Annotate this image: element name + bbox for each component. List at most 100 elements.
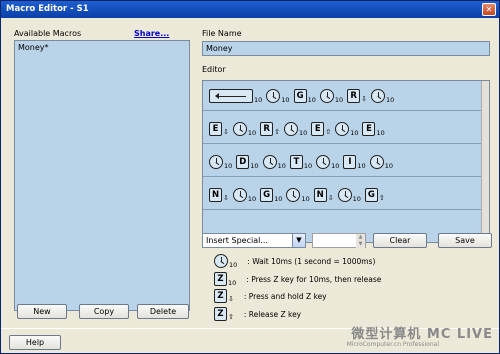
macro-token[interactable]: 10 bbox=[266, 88, 290, 104]
clock-icon bbox=[284, 121, 299, 136]
macro-token[interactable]: N ⇩ bbox=[313, 187, 334, 202]
macro-token[interactable]: E 10 bbox=[362, 121, 385, 137]
macro-token[interactable]: T 10 bbox=[289, 154, 313, 170]
key-cap: G bbox=[260, 187, 274, 202]
macro-token[interactable]: E ⇩ bbox=[209, 121, 229, 136]
macro-token[interactable]: G 10 bbox=[260, 187, 282, 203]
duration-value: 10 bbox=[274, 194, 283, 203]
macro-token[interactable]: 10 bbox=[209, 88, 262, 104]
dialog-content: Available Macros Share... Money* New Cop… bbox=[6, 21, 494, 327]
clock-icon bbox=[369, 154, 384, 169]
macro-token[interactable]: D 10 bbox=[236, 154, 259, 170]
duration-value: 10 bbox=[357, 161, 366, 170]
arrow-down-icon: ⇩ bbox=[223, 127, 229, 136]
delay-value: 10 bbox=[247, 128, 257, 137]
stepper-up-icon[interactable]: ▲ bbox=[356, 234, 365, 241]
delay-value: 10 bbox=[350, 128, 359, 137]
clear-button[interactable]: Clear bbox=[373, 233, 427, 248]
editor-row: 10 10 G 10 10 R ⇩ 10 bbox=[203, 81, 489, 111]
delay-value: 10 bbox=[281, 95, 290, 104]
macro-token[interactable]: 10 bbox=[262, 154, 286, 170]
macro-token[interactable]: 10 bbox=[232, 187, 257, 203]
copy-button[interactable]: Copy bbox=[79, 304, 129, 319]
new-button[interactable]: New bbox=[17, 304, 67, 319]
macro-token[interactable]: N ⇩ bbox=[209, 187, 229, 202]
macro-token[interactable]: Z 10 bbox=[214, 271, 236, 287]
macro-token[interactable]: Z ⇧ bbox=[214, 307, 234, 321]
title-bar: Macro Editor - S1 ✕ bbox=[1, 1, 499, 18]
macro-token[interactable]: R ⇩ bbox=[347, 88, 367, 103]
editor-scrollbar[interactable] bbox=[481, 81, 489, 242]
save-button[interactable]: Save bbox=[438, 233, 492, 248]
macro-token[interactable]: 10 bbox=[371, 88, 394, 104]
duration-value: 10 bbox=[307, 95, 316, 104]
macro-token[interactable]: E ⇧ bbox=[311, 121, 332, 136]
macro-editor[interactable]: 10 10 G 10 10 R ⇩ 10 E ⇩ 10 R ⇧ 10 E ⇧ 10 E 10 10 D 10 10 T 10 10… bbox=[202, 80, 490, 243]
key-cap: G bbox=[293, 88, 307, 103]
macro-token[interactable]: I 10 bbox=[343, 154, 366, 170]
clock-icon bbox=[232, 187, 247, 202]
list-item[interactable]: Money* bbox=[15, 41, 189, 54]
macro-token[interactable]: 10 bbox=[286, 187, 310, 203]
help-button[interactable]: Help bbox=[9, 335, 61, 350]
macro-token[interactable]: 10 bbox=[335, 121, 358, 137]
duration-value: 10 bbox=[228, 279, 237, 287]
legend-item: 10: Wait 10ms (1 second = 1000ms) bbox=[214, 253, 375, 269]
arrow-up-icon: ⇧ bbox=[325, 127, 332, 136]
clock-icon bbox=[319, 88, 334, 103]
clock-icon bbox=[371, 88, 385, 103]
duration-value: 10 bbox=[250, 161, 259, 170]
macro-token[interactable]: 10 bbox=[337, 187, 361, 203]
arrow-up-icon: ⇧ bbox=[228, 313, 234, 321]
file-name-field[interactable]: Money bbox=[202, 41, 490, 56]
delay-value: 10 bbox=[299, 128, 308, 137]
arrow-up-icon: ⇧ bbox=[378, 193, 385, 202]
key-cap: R bbox=[347, 88, 361, 103]
delay-value: 10 bbox=[277, 161, 286, 170]
delay-value: 10 bbox=[247, 194, 257, 203]
key-cap: Z bbox=[214, 289, 227, 303]
key-cap: T bbox=[289, 154, 303, 169]
macro-token[interactable]: 10 bbox=[319, 88, 344, 104]
legend-item: Z ⇧: Release Z key bbox=[214, 307, 301, 321]
clock-icon bbox=[335, 121, 350, 136]
chevron-down-icon[interactable]: ▼ bbox=[292, 234, 305, 247]
clock-icon bbox=[266, 88, 281, 103]
insert-special-select[interactable]: Insert Special... ▼ bbox=[202, 233, 306, 248]
legend-item: Z ⇩: Press and hold Z key bbox=[214, 289, 327, 303]
close-icon[interactable]: ✕ bbox=[482, 3, 496, 16]
macro-token[interactable]: R ⇧ bbox=[260, 121, 281, 136]
clock-icon bbox=[232, 121, 247, 136]
key-cap: I bbox=[343, 154, 357, 169]
key-cap: R bbox=[260, 121, 274, 136]
macro-token[interactable]: 10 bbox=[316, 154, 339, 170]
duration-value: 10 bbox=[303, 161, 313, 170]
delay-value: 10 bbox=[384, 161, 393, 170]
delay-value: 10 bbox=[334, 95, 344, 104]
legend-item: Z 10: Press Z key for 10ms, then release bbox=[214, 271, 381, 287]
insert-special-value: Insert Special... bbox=[206, 236, 268, 245]
macro-token[interactable]: 10 bbox=[209, 154, 232, 170]
arrow-up-icon: ⇧ bbox=[274, 127, 281, 136]
macro-token[interactable]: 10 bbox=[214, 253, 237, 269]
delay-value: 10 bbox=[229, 261, 238, 269]
watermark-brand: 微型计算机 MC LIVE bbox=[351, 327, 493, 342]
clock-icon bbox=[286, 187, 301, 202]
share-link[interactable]: Share... bbox=[134, 29, 169, 38]
macro-token[interactable]: 10 bbox=[284, 121, 307, 137]
stepper-down-icon[interactable]: ▼ bbox=[356, 241, 365, 248]
delay-value: 10 bbox=[352, 194, 361, 203]
macro-token[interactable]: Z ⇩ bbox=[214, 289, 234, 303]
available-macros-label: Available Macros bbox=[14, 29, 82, 38]
clock-icon bbox=[316, 154, 331, 169]
macro-list[interactable]: Money* bbox=[14, 40, 190, 311]
clock-icon bbox=[209, 154, 223, 169]
delay-stepper[interactable]: ▲ ▼ bbox=[312, 233, 366, 248]
arrow-down-icon: ⇩ bbox=[228, 295, 234, 303]
macro-token[interactable]: 10 bbox=[232, 121, 257, 137]
macro-token[interactable]: G 10 bbox=[293, 88, 316, 104]
key-cap: N bbox=[209, 187, 222, 202]
macro-token[interactable]: 10 bbox=[369, 154, 393, 170]
delete-button[interactable]: Delete bbox=[137, 304, 189, 319]
macro-token[interactable]: G ⇧ bbox=[364, 187, 385, 202]
